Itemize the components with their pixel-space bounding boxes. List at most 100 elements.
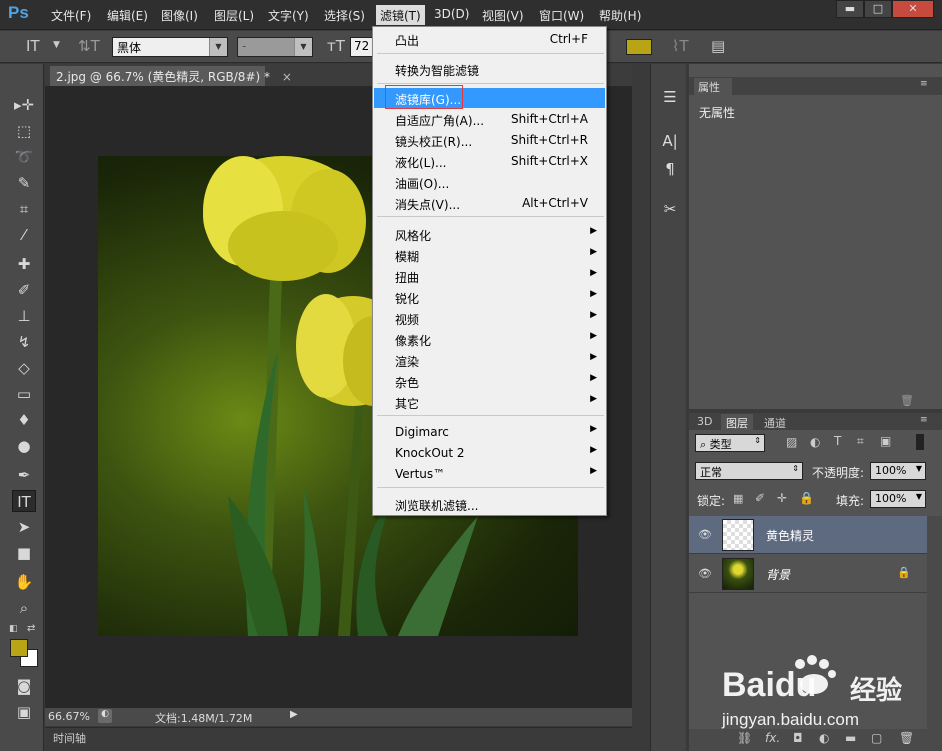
- menu-item-extrude[interactable]: 凸出 Ctrl+F: [374, 29, 605, 49]
- eraser-tool-icon[interactable]: ◇: [12, 357, 36, 379]
- timeline-bar[interactable]: 时间轴: [45, 727, 632, 745]
- menu-type[interactable]: 文字(Y): [268, 7, 309, 25]
- layer-name[interactable]: 黄色精灵: [766, 527, 814, 544]
- tab-layers[interactable]: 图层: [721, 414, 753, 430]
- document-tab[interactable]: 2.jpg @ 66.7% (黄色精灵, RGB/8#) * ×: [50, 66, 292, 86]
- layers-scrollbar[interactable]: [927, 516, 942, 729]
- menu-item-sharpen[interactable]: 锐化 ▶: [374, 287, 605, 307]
- menu-3d[interactable]: 3D(D): [434, 7, 469, 25]
- adjustment-filter-icon[interactable]: ◐: [810, 435, 820, 449]
- blur-tool-icon[interactable]: ♦: [12, 409, 36, 431]
- menu-item-knockout[interactable]: KnockOut 2 ▶: [374, 443, 605, 463]
- type-filter-icon[interactable]: T: [834, 434, 841, 448]
- lock-all-icon[interactable]: 🔒: [799, 491, 814, 505]
- panel-menu-icon[interactable]: ≡: [920, 79, 928, 89]
- menu-item-smart-filter[interactable]: 转换为智能滤镜: [374, 59, 605, 79]
- quick-mask-icon[interactable]: ◙: [12, 675, 36, 697]
- menu-select[interactable]: 选择(S): [324, 7, 365, 25]
- menu-item-digimarc[interactable]: Digimarc ▶: [374, 422, 605, 442]
- type-tool-icon[interactable]: ⅠT: [26, 37, 40, 55]
- menu-window[interactable]: 窗口(W): [539, 7, 584, 25]
- history-brush-tool-icon[interactable]: ↯: [12, 331, 36, 353]
- eyedropper-tool-icon[interactable]: ⁄: [12, 224, 36, 246]
- trash-icon[interactable]: 🗑: [900, 394, 914, 407]
- close-icon[interactable]: ×: [282, 70, 292, 84]
- history-panel-icon[interactable]: ☰: [659, 86, 681, 108]
- shape-tool-icon[interactable]: ■: [12, 542, 36, 564]
- lock-position-icon[interactable]: ✛: [777, 491, 787, 505]
- menu-item-oil-paint[interactable]: 油画(O)...: [374, 172, 605, 192]
- swap-colors-icon[interactable]: ⇄: [27, 623, 35, 634]
- tool-presets-icon[interactable]: ✂: [659, 198, 681, 220]
- menu-item-other[interactable]: 其它 ▶: [374, 392, 605, 412]
- menu-item-noise[interactable]: 杂色 ▶: [374, 371, 605, 391]
- menu-item-distort[interactable]: 扭曲 ▶: [374, 266, 605, 286]
- font-size-field[interactable]: 72: [350, 37, 374, 57]
- menu-item-liquify[interactable]: 液化(L)... Shift+Ctrl+X: [374, 151, 605, 171]
- maximize-button[interactable]: □: [864, 0, 892, 18]
- zoom-tool-icon[interactable]: ⌕: [12, 597, 36, 619]
- menu-item-browse-online-filters[interactable]: 浏览联机滤镜...: [374, 494, 605, 514]
- close-button[interactable]: ✕: [892, 0, 934, 18]
- vertical-scrollbar[interactable]: [632, 86, 648, 726]
- crop-tool-icon[interactable]: ⌗: [12, 198, 36, 220]
- lock-pixels-icon[interactable]: ✐: [755, 491, 765, 505]
- eye-icon[interactable]: 👁: [698, 528, 712, 542]
- shape-filter-icon[interactable]: ⌗: [857, 434, 864, 449]
- paragraph-panel-icon[interactable]: ¶: [659, 158, 681, 180]
- layer-style-icon[interactable]: fx.: [765, 731, 780, 745]
- tool-preset-arrow-icon[interactable]: ▼: [53, 40, 60, 50]
- menu-item-vanishing-point[interactable]: 消失点(V)... Alt+Ctrl+V: [374, 193, 605, 213]
- marquee-tool-icon[interactable]: ⬚: [12, 120, 36, 142]
- link-layers-icon[interactable]: ⛓: [737, 731, 752, 745]
- menu-edit[interactable]: 编辑(E): [107, 7, 148, 25]
- font-style-dropdown[interactable]: - ▼: [237, 37, 313, 57]
- text-color-swatch[interactable]: [626, 39, 652, 55]
- smart-object-filter-icon[interactable]: ▣: [880, 434, 891, 448]
- menu-item-lens-correction[interactable]: 镜头校正(R)... Shift+Ctrl+R: [374, 130, 605, 150]
- layer-name[interactable]: 背景: [766, 566, 790, 583]
- menu-item-vertus[interactable]: Vertus™ ▶: [374, 464, 605, 484]
- status-info-icon[interactable]: ◐: [98, 709, 112, 723]
- new-layer-icon[interactable]: ▢: [871, 731, 882, 745]
- minimize-button[interactable]: ▬: [836, 0, 864, 18]
- properties-tab[interactable]: 属性: [694, 78, 732, 95]
- character-panel-icon[interactable]: A|: [659, 130, 681, 152]
- layer-filter-dropdown[interactable]: ⌕ 类型 ⇕: [695, 434, 765, 452]
- gradient-tool-icon[interactable]: ▭: [12, 383, 36, 405]
- menu-layer[interactable]: 图层(L): [214, 7, 254, 25]
- lock-transparent-icon[interactable]: ▦: [733, 492, 743, 505]
- warp-text-icon[interactable]: ⌇T: [672, 37, 689, 55]
- brush-tool-icon[interactable]: ✐: [12, 279, 36, 301]
- tab-3d[interactable]: 3D: [692, 414, 717, 430]
- tab-channels[interactable]: 通道: [759, 414, 791, 430]
- lasso-tool-icon[interactable]: ➰: [12, 146, 36, 168]
- hand-tool-icon[interactable]: ✋: [12, 571, 36, 593]
- menu-view[interactable]: 视图(V): [482, 7, 524, 25]
- menu-item-stylize[interactable]: 风格化 ▶: [374, 224, 605, 244]
- default-colors-icon[interactable]: ◧: [9, 624, 18, 634]
- text-orientation-icon[interactable]: ⇅T: [78, 37, 100, 55]
- panel-menu-icon[interactable]: ≡: [920, 415, 928, 425]
- play-arrow-icon[interactable]: ▶: [290, 709, 302, 723]
- dodge-tool-icon[interactable]: ●: [12, 435, 36, 457]
- character-panel-icon[interactable]: ▤: [711, 37, 725, 55]
- foreground-color-swatch[interactable]: [10, 639, 28, 657]
- delete-layer-icon[interactable]: 🗑: [899, 731, 914, 745]
- layer-row[interactable]: 👁 背景 🔒: [689, 555, 927, 593]
- fill-field[interactable]: 100% ▼: [870, 490, 926, 508]
- layer-mask-icon[interactable]: ◘: [793, 731, 803, 745]
- opacity-field[interactable]: 100% ▼: [870, 462, 926, 480]
- eye-icon[interactable]: 👁: [698, 567, 712, 581]
- menu-image[interactable]: 图像(I): [161, 7, 198, 25]
- zoom-level[interactable]: 66.67%: [48, 710, 90, 723]
- font-family-dropdown[interactable]: 黑体 ▼: [112, 37, 228, 57]
- pen-tool-icon[interactable]: ✒: [12, 464, 36, 486]
- menu-item-blur[interactable]: 模糊 ▶: [374, 245, 605, 265]
- menu-item-pixelate[interactable]: 像素化 ▶: [374, 329, 605, 349]
- healing-brush-tool-icon[interactable]: ✚: [12, 253, 36, 275]
- menu-help[interactable]: 帮助(H): [599, 7, 641, 25]
- adjustment-layer-icon[interactable]: ◐: [819, 731, 829, 745]
- menu-item-adaptive-wide-angle[interactable]: 自适应广角(A)... Shift+Ctrl+A: [374, 109, 605, 129]
- pixel-filter-icon[interactable]: ▨: [786, 435, 797, 449]
